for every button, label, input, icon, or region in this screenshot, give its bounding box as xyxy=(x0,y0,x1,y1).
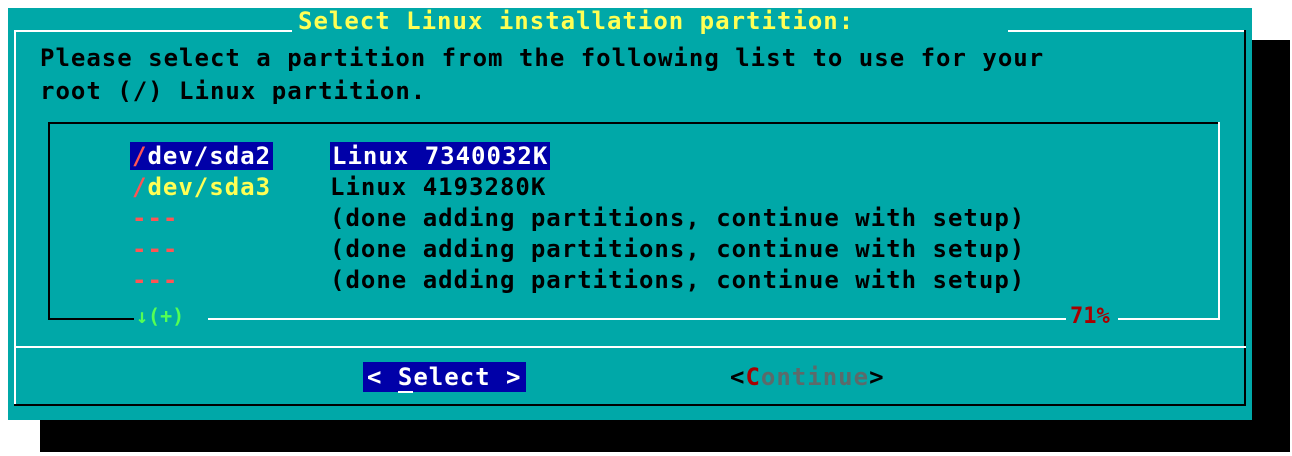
tag-dashes: --- xyxy=(132,235,179,263)
dialog-title: Select Linux installation partition: xyxy=(298,8,855,35)
tag-hotkey: / xyxy=(132,173,148,201)
partition-list: /dev/sda2 Linux 7340032K /dev/sda3 Linux… xyxy=(130,142,1024,297)
listbox-frame-left xyxy=(48,122,50,320)
tag-dashes: --- xyxy=(132,266,179,294)
list-item-tag: --- xyxy=(130,235,300,263)
listbox-frame-bottom-right xyxy=(1118,318,1218,320)
list-item-description: (done adding partitions, continue with s… xyxy=(330,235,1026,263)
list-item-done[interactable]: --- (done adding partitions, continue wi… xyxy=(130,266,1024,297)
select-button-pre: < xyxy=(367,363,398,391)
list-item-done[interactable]: --- (done adding partitions, continue wi… xyxy=(130,204,1024,235)
scroll-percent: 71% xyxy=(1070,304,1110,329)
list-item-description: Linux 7340032K xyxy=(330,142,551,170)
frame-right xyxy=(1244,30,1246,406)
list-item-description: Linux 4193280K xyxy=(330,173,547,201)
continue-button-lt: < xyxy=(730,363,746,391)
button-separator xyxy=(14,346,1246,348)
frame-bottom xyxy=(14,404,1246,406)
list-item-description: (done adding partitions, continue with s… xyxy=(330,204,1026,232)
frame-top-right xyxy=(1008,30,1246,32)
listbox-frame-bottom-left xyxy=(48,318,134,320)
listbox-frame-right xyxy=(1218,122,1220,320)
select-button-post: elect > xyxy=(413,363,522,391)
listbox-frame-bottom-middle xyxy=(208,318,1066,320)
dialog-prompt: Please select a partition from the follo… xyxy=(40,42,1220,108)
tag-rest: dev/sda3 xyxy=(147,173,272,201)
list-item-done[interactable]: --- (done adding partitions, continue wi… xyxy=(130,235,1024,266)
listbox-frame-top xyxy=(48,122,1220,124)
continue-button[interactable]: <Continue> xyxy=(730,362,885,392)
list-item-tag: --- xyxy=(130,266,300,294)
tag-hotkey: / xyxy=(132,142,148,170)
list-item-description: (done adding partitions, continue with s… xyxy=(330,266,1026,294)
tag-dashes: --- xyxy=(132,204,179,232)
prompt-line-2: root (/) Linux partition. xyxy=(40,77,427,105)
list-item-tag: /dev/sda2 xyxy=(130,142,300,170)
select-button-hotkey: S xyxy=(397,363,414,393)
continue-button-label: ontinue xyxy=(760,363,870,391)
prompt-line-1: Please select a partition from the follo… xyxy=(40,44,1045,72)
partition-dialog: Select Linux installation partition: Ple… xyxy=(8,8,1252,420)
list-item-sda3[interactable]: /dev/sda3 Linux 4193280K xyxy=(130,173,545,204)
list-item-tag: /dev/sda3 xyxy=(130,173,300,201)
frame-top-left xyxy=(14,30,292,32)
list-item-sda2[interactable]: /dev/sda2 Linux 7340032K xyxy=(130,142,551,173)
continue-button-hotkey: C xyxy=(745,363,761,391)
tag-rest: dev/sda2 xyxy=(147,142,272,170)
select-button[interactable]: < Select > xyxy=(363,362,526,393)
list-item-tag: --- xyxy=(130,204,300,232)
frame-left xyxy=(14,30,16,406)
continue-button-gt: > xyxy=(869,363,885,391)
